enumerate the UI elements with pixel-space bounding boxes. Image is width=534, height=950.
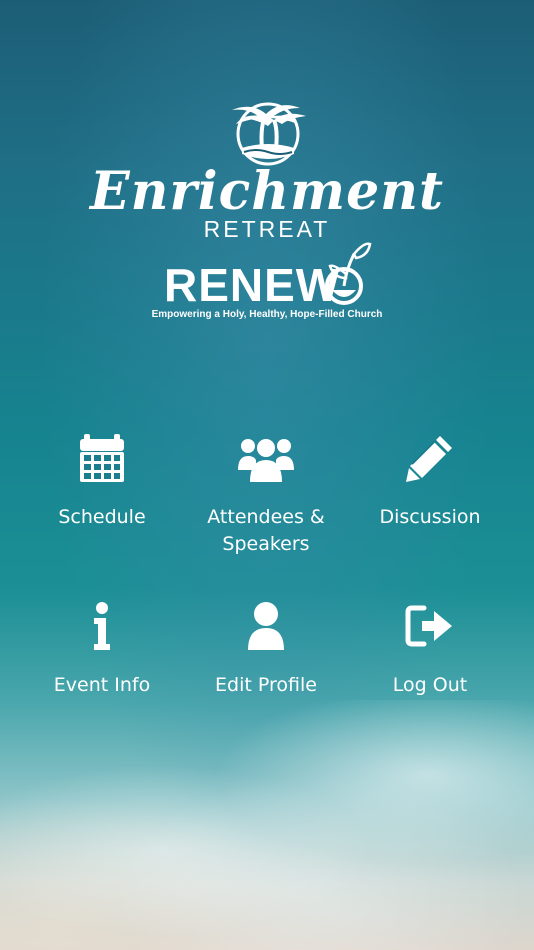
menu-item-discussion[interactable]: Discussion — [348, 430, 512, 568]
menu-item-label: Edit Profile — [215, 674, 317, 696]
menu-item-label: Event Info — [53, 674, 151, 696]
user-icon — [248, 602, 284, 650]
info-icon — [94, 602, 110, 650]
pencil-icon — [406, 436, 452, 482]
sprout-icon — [325, 242, 372, 305]
logo-script-title: Enrichment — [90, 161, 444, 222]
menu-item-label: Attendees & Speakers — [207, 506, 325, 555]
main-menu-grid: Schedule Attendees & Speakers Discussion… — [20, 430, 514, 718]
menu-item-label: Log Out — [392, 674, 468, 696]
menu-item-edit-profile[interactable]: Edit Profile — [184, 598, 348, 718]
menu-item-label: Schedule — [58, 506, 146, 528]
calendar-icon — [80, 434, 124, 482]
logo-tagline: Empowering a Holy, Healthy, Hope-Filled … — [151, 309, 383, 320]
users-icon — [238, 439, 294, 482]
menu-item-event-info[interactable]: Event Info — [20, 598, 184, 718]
logout-icon — [405, 605, 452, 647]
menu-item-schedule[interactable]: Schedule — [20, 430, 184, 568]
wave-foam — [0, 700, 534, 950]
menu-item-attendees-speakers[interactable]: Attendees & Speakers — [184, 430, 348, 568]
menu-item-log-out[interactable]: Log Out — [348, 598, 512, 718]
retreat-logo: Enrichment RETREAT RENEW Empowering a Ho… — [0, 90, 534, 330]
renew-brand: RENEW — [164, 259, 341, 311]
menu-item-label: Discussion — [379, 506, 481, 528]
logo-subtitle: RETREAT — [203, 216, 331, 242]
palm-tree-logo-icon — [232, 102, 306, 166]
